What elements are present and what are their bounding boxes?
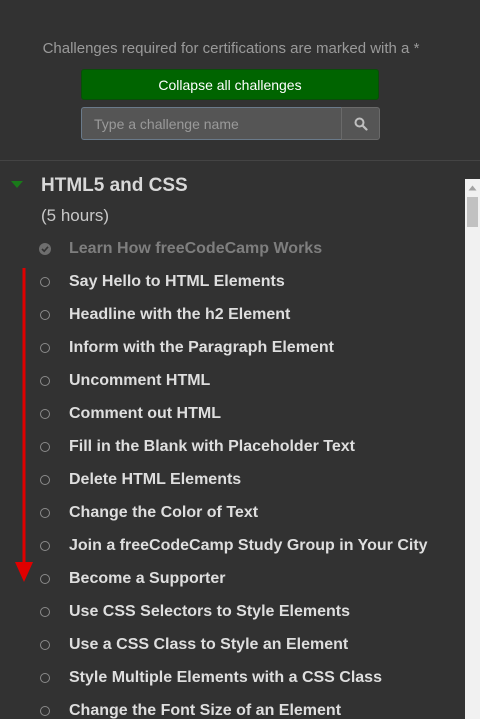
challenge-label: Style Multiple Elements with a CSS Class: [69, 669, 382, 686]
challenge-label: Delete HTML Elements: [69, 471, 242, 488]
circle-icon: [40, 706, 50, 716]
challenge-label: Uncomment HTML: [69, 372, 211, 389]
circle-icon: [40, 508, 50, 518]
circle-icon: [40, 343, 50, 353]
challenge-item[interactable]: Style Multiple Elements with a CSS Class: [40, 666, 382, 690]
challenge-search: [81, 107, 380, 140]
challenge-label: Use CSS Selectors to Style Elements: [69, 603, 350, 620]
circle-icon: [40, 640, 50, 650]
challenge-label: Become a Supporter: [69, 570, 226, 587]
challenge-label: Comment out HTML: [69, 405, 221, 422]
header-divider: [0, 160, 480, 161]
challenge-label: Say Hello to HTML Elements: [69, 273, 285, 290]
circle-icon: [40, 310, 50, 320]
challenge-item[interactable]: Comment out HTML: [40, 402, 221, 426]
circle-icon: [40, 541, 50, 551]
challenge-item[interactable]: Delete HTML Elements: [40, 468, 241, 492]
certification-notice: Challenges required for certifications a…: [42, 40, 420, 57]
section-duration: (5 hours): [41, 206, 110, 225]
circle-icon: [40, 475, 50, 485]
circle-icon: [40, 607, 50, 617]
challenge-item[interactable]: Fill in the Blank with Placeholder Text: [40, 435, 355, 459]
challenge-map-panel: Challenges required for certifications a…: [0, 0, 480, 719]
challenge-item[interactable]: Change the Color of Text: [40, 501, 258, 525]
circle-icon: [40, 574, 50, 584]
scrollbar-thumb[interactable]: [467, 197, 478, 227]
challenge-label: Fill in the Blank with Placeholder Text: [69, 438, 355, 455]
challenge-item[interactable]: Headline with the h2 Element: [40, 303, 290, 327]
challenge-item[interactable]: Change the Font Size of an Element: [40, 699, 341, 719]
section-title[interactable]: HTML5 and CSS: [41, 175, 188, 197]
search-button[interactable]: [341, 107, 380, 140]
search-input[interactable]: [81, 107, 341, 140]
search-icon: [354, 117, 368, 131]
challenge-label: Change the Font Size of an Element: [69, 702, 342, 719]
circle-icon: [40, 376, 50, 386]
caret-down-icon[interactable]: [11, 181, 23, 188]
collapse-all-button[interactable]: Collapse all challenges: [81, 69, 379, 100]
challenge-label: Join a freeCodeCamp Study Group in Your …: [69, 537, 428, 554]
circle-icon: [40, 277, 50, 287]
scroll-down-arrow-annotation: [15, 268, 33, 582]
challenge-label: Change the Color of Text: [69, 504, 259, 521]
challenge-item[interactable]: Use a CSS Class to Style an Element: [40, 633, 348, 657]
circle-icon: [40, 673, 50, 683]
challenge-label: Use a CSS Class to Style an Element: [69, 636, 349, 653]
check-circle-icon: [39, 243, 51, 255]
challenge-label: Learn How freeCodeCamp Works: [69, 240, 323, 257]
challenge-item[interactable]: Uncomment HTML: [40, 369, 210, 393]
challenge-item[interactable]: Join a freeCodeCamp Study Group in Your …: [40, 534, 428, 558]
scroll-up-icon[interactable]: [465, 179, 480, 196]
challenge-item[interactable]: Become a Supporter: [40, 567, 225, 591]
challenge-item[interactable]: Learn How freeCodeCamp Works: [39, 237, 323, 261]
challenge-list: HTML5 and CSS (5 hours) Learn How freeCo…: [0, 162, 465, 719]
challenge-label: Inform with the Paragraph Element: [69, 339, 334, 356]
challenge-item[interactable]: Use CSS Selectors to Style Elements: [40, 600, 350, 624]
circle-icon: [40, 409, 50, 419]
challenge-label: Headline with the h2 Element: [69, 306, 291, 323]
challenge-item[interactable]: Inform with the Paragraph Element: [40, 336, 334, 360]
circle-icon: [40, 442, 50, 452]
vertical-scrollbar[interactable]: [465, 179, 480, 719]
challenge-item[interactable]: Say Hello to HTML Elements: [40, 270, 285, 294]
